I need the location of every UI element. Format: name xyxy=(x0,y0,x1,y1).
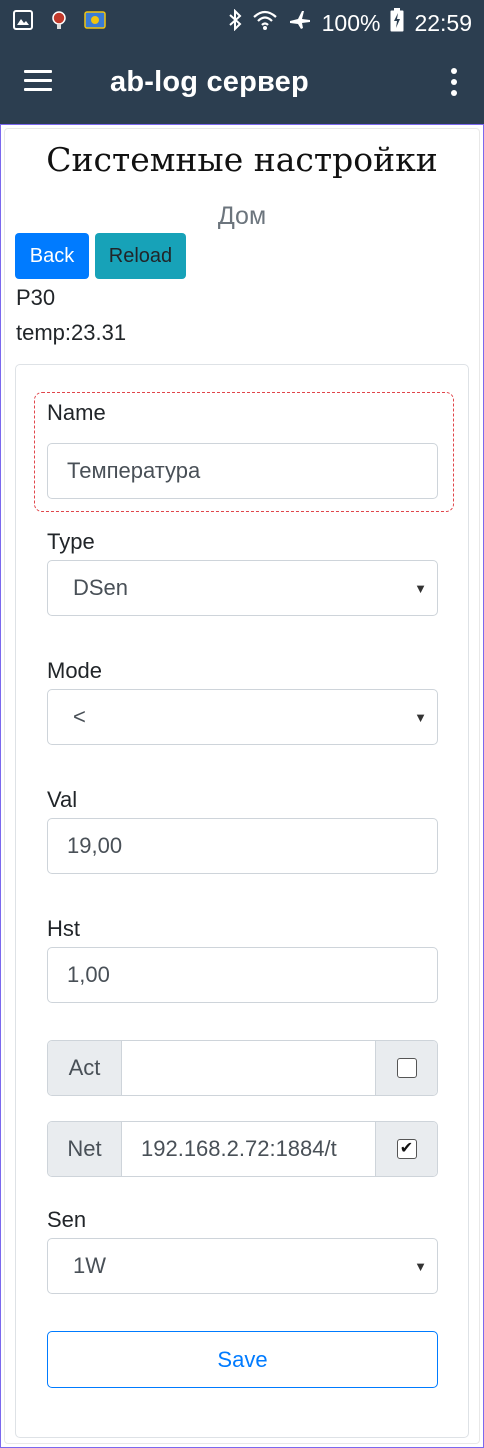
app-icon xyxy=(84,9,106,31)
hst-value: 1,00 xyxy=(67,962,110,987)
net-checkbox[interactable]: ✔ xyxy=(396,1139,417,1159)
act-label: Act xyxy=(48,1041,122,1095)
notification-icon xyxy=(48,9,70,31)
more-options-icon[interactable] xyxy=(450,68,458,98)
battery-icon xyxy=(390,8,404,38)
chevron-down-icon: ▼ xyxy=(414,710,427,725)
sen-select[interactable]: 1W ▼ xyxy=(47,1238,438,1294)
hst-label: Hst xyxy=(47,916,80,941)
name-value: Температура xyxy=(67,458,201,483)
type-select[interactable]: DSen ▼ xyxy=(47,560,438,616)
name-field[interactable]: Температура xyxy=(47,443,438,499)
sen-label: Sen xyxy=(47,1207,87,1232)
val-label: Val xyxy=(47,787,78,812)
page-title: Системные настройки xyxy=(46,140,438,179)
airplane-icon xyxy=(288,9,312,37)
val-field[interactable]: 19,00 xyxy=(47,818,438,874)
image-icon xyxy=(12,9,34,31)
net-checkbox-wrap: ✔ xyxy=(375,1122,437,1176)
battery-percent: 100% xyxy=(321,9,381,36)
mode-value: < xyxy=(73,704,86,729)
type-value: DSen xyxy=(73,575,129,600)
bluetooth-icon xyxy=(228,8,242,37)
reload-button[interactable]: Reload xyxy=(95,233,186,279)
sen-value: 1W xyxy=(73,1253,106,1278)
act-checkbox[interactable] xyxy=(396,1058,417,1078)
app-title: ab-log сервер xyxy=(110,66,309,98)
mode-select[interactable]: < ▼ xyxy=(47,689,438,745)
chevron-down-icon: ▼ xyxy=(414,581,427,596)
act-checkbox-wrap xyxy=(375,1041,437,1095)
save-button[interactable]: Save xyxy=(47,1331,438,1388)
act-field[interactable] xyxy=(122,1041,375,1095)
act-input-group: Act xyxy=(47,1040,438,1096)
temperature-readout: temp:23.31 xyxy=(16,320,127,345)
wifi-icon xyxy=(252,9,278,37)
net-input-group: Net 192.168.2.72:1884/t ✔ xyxy=(47,1121,438,1177)
net-field[interactable]: 192.168.2.72:1884/t xyxy=(122,1122,375,1176)
page-subtitle: Дом xyxy=(217,202,267,230)
port-label: P30 xyxy=(16,285,56,310)
type-label: Type xyxy=(47,529,95,554)
clock: 22:59 xyxy=(414,9,472,36)
menu-icon[interactable] xyxy=(24,70,52,94)
app-bar: ab-log сервер xyxy=(0,42,484,124)
back-button[interactable]: Back xyxy=(15,233,89,279)
chevron-down-icon: ▼ xyxy=(414,1259,427,1274)
net-label: Net xyxy=(48,1122,122,1176)
mode-label: Mode xyxy=(47,658,103,683)
name-label: Name xyxy=(47,400,106,425)
val-value: 19,00 xyxy=(67,833,123,858)
hst-field[interactable]: 1,00 xyxy=(47,947,438,1003)
status-bar: 100% 22:59 xyxy=(0,0,484,42)
checkmark-icon: ✔ xyxy=(399,1140,414,1157)
